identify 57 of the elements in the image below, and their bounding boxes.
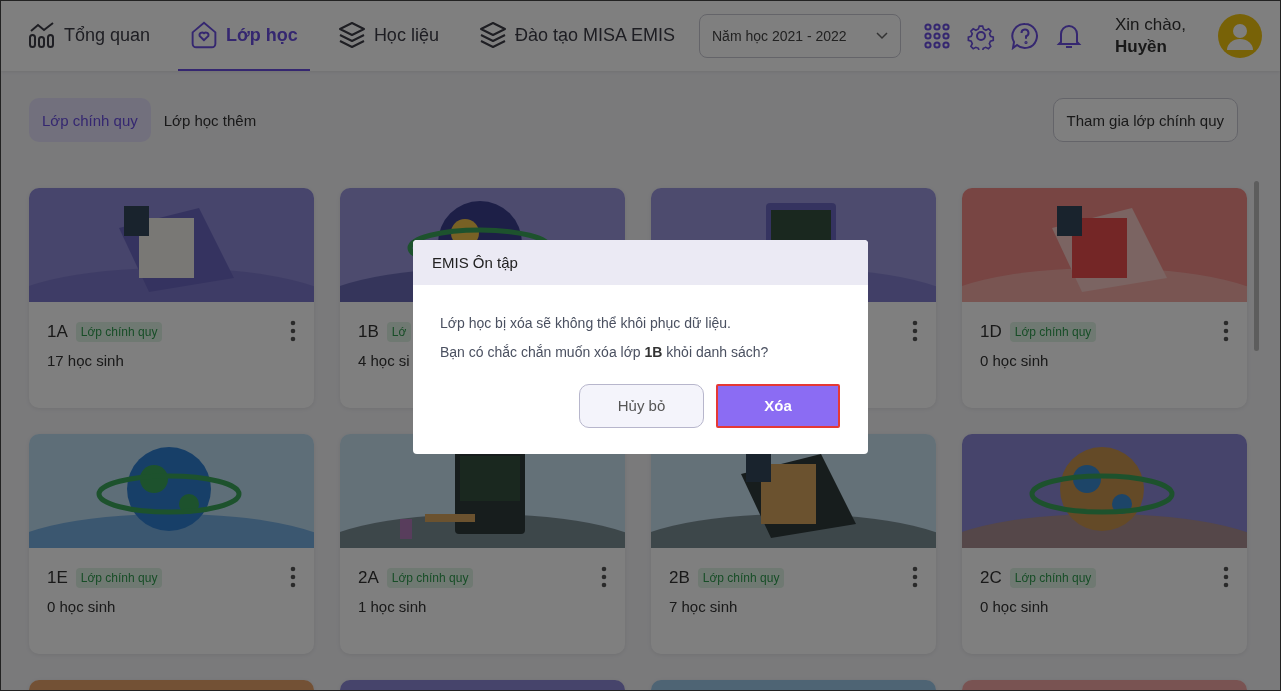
more-icon[interactable]: [601, 566, 607, 588]
class-name: 1B: [358, 322, 379, 342]
class-type-tag: Lớ: [386, 322, 412, 342]
scrollbar-thumb[interactable]: [1254, 181, 1259, 351]
delete-button[interactable]: Xóa: [716, 383, 840, 428]
class-type-tag: Lớp chính quy: [1009, 322, 1097, 342]
apps-grid-icon[interactable]: [923, 22, 951, 50]
class-name: 2B: [669, 568, 690, 588]
nav-label: Lớp học: [226, 24, 298, 46]
filter-tab[interactable]: Lớp chính quy: [29, 98, 151, 142]
dialog-title: EMIS Ôn tập: [413, 239, 868, 285]
class-type-tag: Lớp chính quy: [75, 322, 163, 342]
chevron-down-icon: [876, 32, 888, 40]
layers-icon: [337, 21, 366, 49]
nav-label: Tổng quan: [64, 24, 151, 46]
student-count: 7 học sinh: [669, 598, 738, 615]
more-icon[interactable]: [1223, 566, 1229, 588]
greeting-text: Xin chào,: [1115, 14, 1186, 36]
class-name: 2C: [980, 568, 1002, 588]
filter-tab[interactable]: Lớp học thêm: [150, 98, 270, 142]
class-name: 1A: [47, 322, 68, 342]
class-name: 1D: [980, 322, 1002, 342]
student-count: 0 học sinh: [980, 352, 1049, 369]
more-icon[interactable]: [912, 320, 918, 342]
student-count: 4 học si: [358, 352, 410, 369]
dialog-message: Lớp học bị xóa sẽ không thể khôi phục dữ liệu.: [440, 313, 732, 333]
join-class-button[interactable]: Tham gia lớp chính quy: [1052, 98, 1238, 142]
home-heart-icon: [190, 21, 219, 49]
nav-tab[interactable]: Đào tạo MISA EMIS: [466, 1, 687, 71]
class-name: 2A: [358, 568, 379, 588]
student-count: 1 học sinh: [358, 598, 427, 615]
class-type-tag: Lớp chính quy: [386, 568, 474, 588]
chart-icon: [28, 21, 56, 49]
nav-label: Đào tạo MISA EMIS: [514, 24, 675, 46]
year-select[interactable]: Năm học 2021 - 2022: [699, 14, 901, 58]
bell-icon[interactable]: [1055, 22, 1083, 50]
student-count: 0 học sinh: [980, 598, 1049, 615]
settings-icon[interactable]: [967, 22, 995, 50]
class-type-tag: Lớp chính quy: [697, 568, 785, 588]
cancel-button[interactable]: Hủy bỏ: [579, 383, 704, 428]
more-icon[interactable]: [290, 566, 296, 588]
nav-tab[interactable]: Học liệu: [325, 1, 451, 71]
student-count: 0 học sinh: [47, 598, 116, 615]
class-type-tag: Lớp chính quy: [1009, 568, 1097, 588]
more-icon[interactable]: [290, 320, 296, 342]
more-icon[interactable]: [912, 566, 918, 588]
class-name: 1E: [47, 568, 68, 588]
nav-tab[interactable]: Lớp học: [178, 1, 310, 71]
nav-label: Học liệu: [373, 24, 439, 46]
nav-tab[interactable]: Tổng quan: [28, 1, 163, 71]
more-icon[interactable]: [1223, 320, 1229, 342]
student-count: 17 học sinh: [47, 352, 124, 369]
user-name: Huyền: [1115, 36, 1168, 58]
layers-icon: [478, 21, 507, 49]
dialog-message: Bạn có chắc chắn muốn xóa lớp 1B khỏi danh sách?: [440, 342, 770, 362]
help-icon[interactable]: [1011, 22, 1039, 50]
class-type-tag: Lớp chính quy: [75, 568, 163, 588]
